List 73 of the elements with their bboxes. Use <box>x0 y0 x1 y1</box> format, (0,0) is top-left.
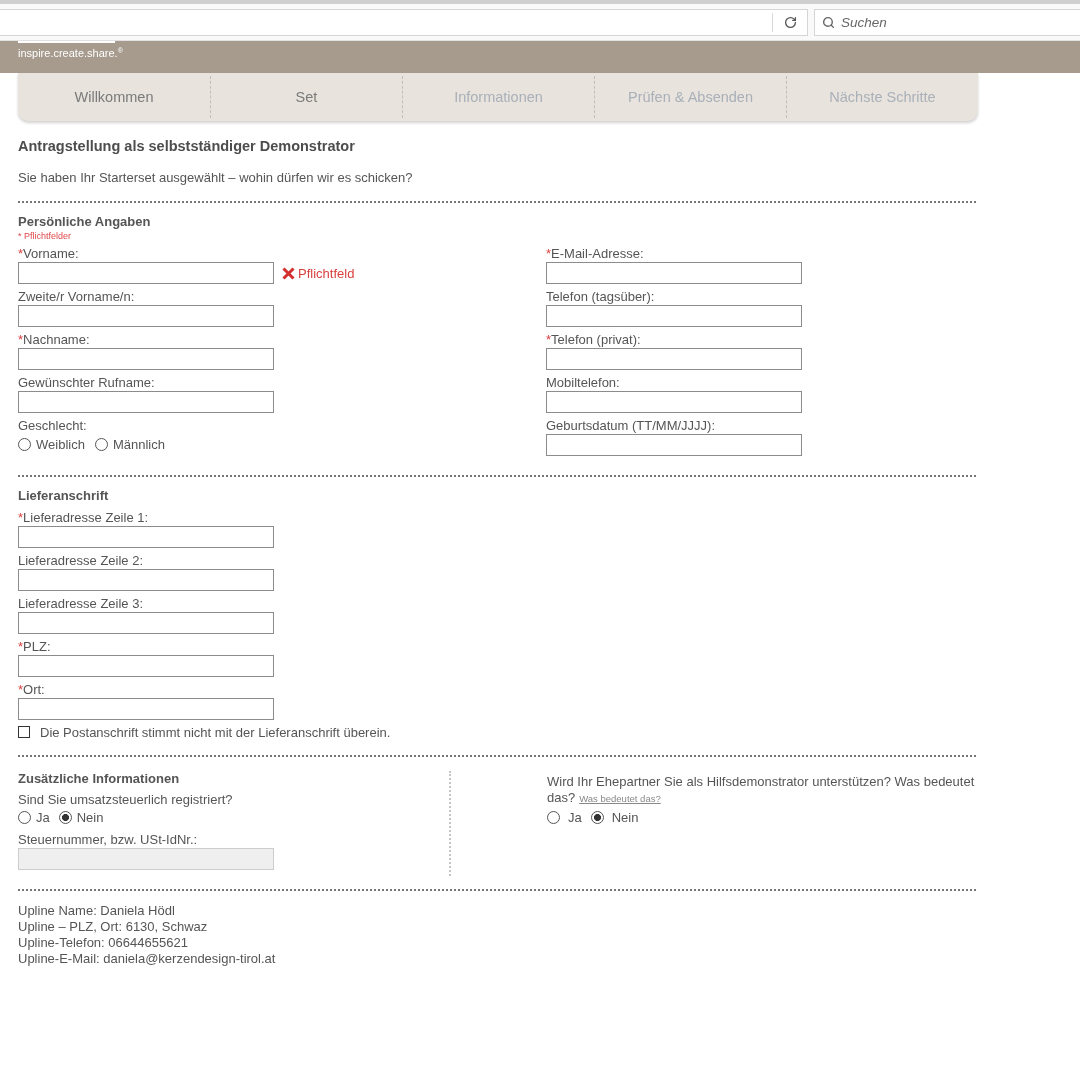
required-asterisk: * <box>546 332 552 347</box>
field-label: Lieferadresse Zeile 2: <box>18 552 143 568</box>
required-note: * Pflichtfelder <box>18 231 73 242</box>
required-asterisk: * <box>18 246 24 261</box>
radio-label: Männlich <box>112 436 165 453</box>
field-label: Geburtsdatum (TT/MM/JJJJ): <box>546 418 716 433</box>
radio-label: Ja <box>36 809 50 826</box>
required-asterisk: * <box>18 638 24 654</box>
text-field[interactable] <box>546 262 802 284</box>
text-field[interactable] <box>546 391 802 413</box>
radio-label: Weiblich <box>36 436 85 453</box>
checkbox-label: Die Postanschrift stimmt nicht mit der Lieferanschrift überein. <box>40 724 391 740</box>
checkbox[interactable] <box>18 726 30 738</box>
section-heading: Zusätzliche Informationen <box>18 770 181 787</box>
upline-info: Upline-E-Mail: daniela@kerzendesign-tirol.at <box>18 950 277 967</box>
required-asterisk: * <box>18 509 24 525</box>
section-heading: Lieferanschrift <box>18 488 110 504</box>
field-label: Lieferadresse Zeile 1: <box>23 509 149 525</box>
text-field[interactable] <box>18 348 274 370</box>
field-label: Gewünschter Rufname: <box>18 375 155 390</box>
question-text: Wird Ihr Ehepartner Sie als Hilfsdemonstrator unterstützen? Was bedeutet das? Was bedeutet das? <box>547 773 976 807</box>
reload-icon <box>783 15 797 29</box>
text-field[interactable] <box>18 525 274 548</box>
section-heading: Persönliche Angaben <box>18 214 152 230</box>
upline-info: Upline-Telefon: 06644655621 <box>18 934 189 951</box>
radio-label: Nein <box>76 809 104 826</box>
error-message: Pflichtfeld <box>298 265 355 281</box>
step-tab[interactable]: Set <box>210 76 402 118</box>
cross-icon <box>282 266 295 280</box>
step-tab[interactable]: Willkommen <box>18 76 210 118</box>
field-label: Zweite/r Vorname/n: <box>18 289 135 304</box>
search-box[interactable]: Suchen <box>814 8 1080 36</box>
intro-text: Sie haben Ihr Starterset ausgewählt – wohin dürfen wir es schicken? <box>18 170 414 186</box>
upline-info: Upline – PLZ, Ort: 6130, Schwaz <box>18 918 209 935</box>
question-text: Sind Sie umsatzsteuerlich registriert? <box>18 792 234 807</box>
search-icon <box>822 15 835 29</box>
radio-button[interactable] <box>18 438 31 451</box>
radio-label: Ja <box>568 809 582 826</box>
field-label: Nachname: <box>23 332 90 347</box>
required-asterisk: * <box>18 332 24 347</box>
text-field[interactable] <box>546 434 802 456</box>
brand-tagline: inspire.create.share.$^{®}$ <box>18 47 123 59</box>
field-label: Telefon (tagsüber): <box>546 289 655 304</box>
field-label: E-Mail-Adresse: <box>551 246 644 261</box>
text-field[interactable] <box>546 305 802 327</box>
radio-button[interactable] <box>18 811 31 824</box>
field-label: Ort: <box>23 681 45 697</box>
field-label: Steuernummer, bzw. USt-IdNr.: <box>18 832 198 847</box>
text-field[interactable] <box>18 568 274 591</box>
text-field[interactable] <box>18 305 274 327</box>
text-field[interactable] <box>18 611 274 634</box>
radio-button[interactable] <box>58 811 72 824</box>
radio-button[interactable] <box>590 811 604 824</box>
text-field[interactable] <box>18 697 274 720</box>
upline-info: Upline Name: Daniela Hödl <box>18 902 176 919</box>
field-label: Mobiltelefon: <box>546 375 620 390</box>
field-label: Geschlecht: <box>18 418 87 433</box>
field-label: Vorname: <box>23 246 79 261</box>
text-field[interactable] <box>18 654 274 677</box>
field-label: PLZ: <box>23 638 51 654</box>
page-title: Antragstellung als selbstständiger Demonstrator <box>18 138 356 155</box>
search-field[interactable]: Suchen <box>841 12 1080 32</box>
field-label: Telefon (privat): <box>551 332 641 347</box>
required-asterisk: * <box>18 681 24 697</box>
help-link[interactable]: Was bedeutet das? <box>579 792 661 804</box>
radio-label: Nein <box>611 809 639 826</box>
field-label: Lieferadresse Zeile 3: <box>18 595 143 611</box>
text-field[interactable] <box>546 348 802 370</box>
radio-button[interactable] <box>94 438 108 451</box>
text-field[interactable] <box>18 391 274 413</box>
radio-button[interactable] <box>547 811 560 824</box>
text-field[interactable] <box>18 262 274 284</box>
required-asterisk: * <box>546 246 552 261</box>
